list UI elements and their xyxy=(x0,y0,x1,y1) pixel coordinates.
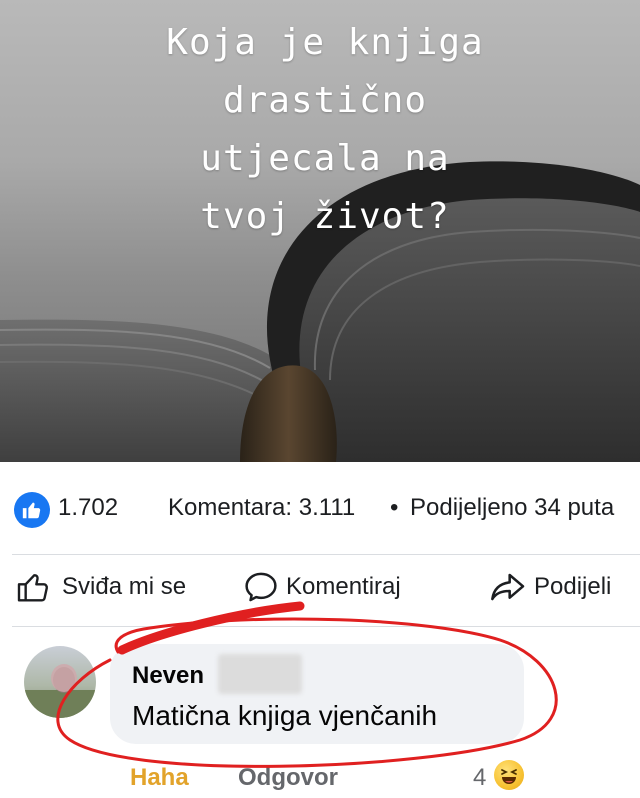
caption-line: Koja je knjiga xyxy=(166,22,484,63)
avatar-photo xyxy=(24,664,96,718)
share-button-label: Podijeli xyxy=(534,573,612,600)
comment-button[interactable]: Komentiraj xyxy=(244,571,401,603)
divider xyxy=(12,626,640,627)
reply-button[interactable]: Odgovor xyxy=(238,764,338,792)
share-arrow-icon xyxy=(491,573,525,601)
caption-line: drastično xyxy=(222,80,428,121)
comments-count[interactable]: Komentara: 3.111 xyxy=(168,494,355,522)
comment-actions: Haha Odgovor 4 xyxy=(0,758,640,798)
comment-author[interactable]: Neven xyxy=(132,662,204,690)
caption-line: utjecala na xyxy=(200,138,450,179)
like-button[interactable]: Sviđa mi se xyxy=(16,571,186,603)
share-button[interactable]: Podijeli xyxy=(488,571,611,603)
separator-dot: • xyxy=(390,494,399,521)
speech-bubble-icon xyxy=(245,572,277,602)
haha-emoji-icon[interactable] xyxy=(494,760,524,790)
caption-line: tvoj život? xyxy=(200,196,450,237)
reaction-count[interactable]: 4 xyxy=(473,764,486,792)
thumbs-up-icon[interactable] xyxy=(14,492,50,528)
comment-text: Matična knjiga vjenčanih xyxy=(132,700,438,731)
thumbs-up-outline-icon xyxy=(17,574,48,602)
redacted-surname xyxy=(218,654,302,694)
avatar[interactable] xyxy=(24,646,96,718)
comment-bubble[interactable]: Neven Matična knjiga vjenčanih xyxy=(110,644,524,744)
post-image-caption: Koja je knjiga drastično utjecala na tvo… xyxy=(0,14,640,246)
post-image[interactable]: Koja je knjiga drastično utjecala na tvo… xyxy=(0,0,640,462)
post-actions: Sviđa mi se Komentiraj Podijeli xyxy=(0,555,640,623)
post-stats-bar: 1.702 Komentara: 3.111 • Podijeljeno 34 … xyxy=(0,462,640,554)
comment-button-label: Komentiraj xyxy=(286,573,401,600)
like-button-label: Sviđa mi se xyxy=(62,573,187,600)
haha-reaction-button[interactable]: Haha xyxy=(130,764,189,792)
shares-count[interactable]: Podijeljeno 34 puta xyxy=(410,494,614,522)
likes-count[interactable]: 1.702 xyxy=(58,494,118,522)
